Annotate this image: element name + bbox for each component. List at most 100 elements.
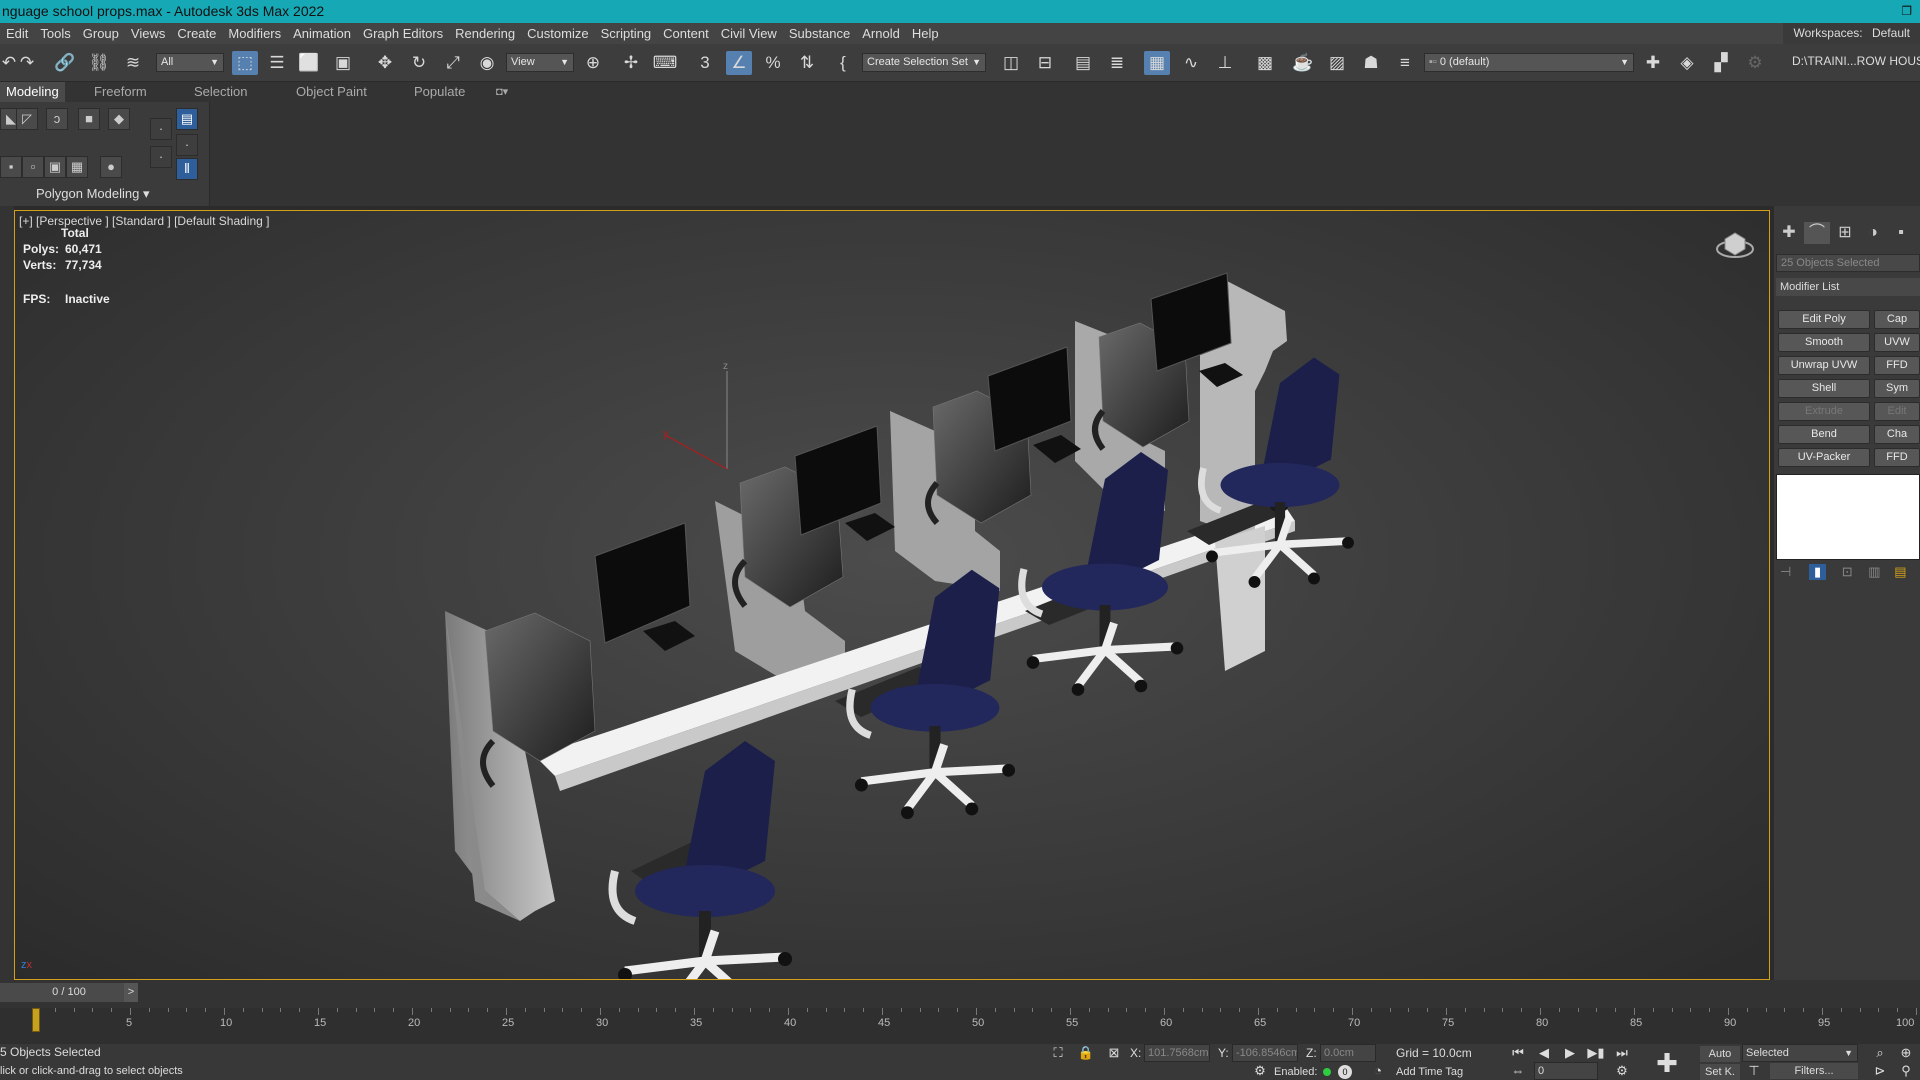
mirror-icon[interactable]: ◫ (998, 51, 1024, 75)
play-icon[interactable]: ▶ (1560, 1044, 1580, 1062)
orbit-icon[interactable]: ⊳ (1870, 1062, 1890, 1080)
scene-render[interactable]: y z (15, 211, 1770, 980)
auto-key-button[interactable]: Auto (1700, 1046, 1740, 1062)
angle-snap-icon[interactable]: ∠ (726, 51, 752, 75)
modifier-stack[interactable] (1776, 474, 1920, 560)
smooth-button[interactable]: Smooth (1778, 333, 1870, 352)
perspective-viewport[interactable]: [+] [Perspective ] [Standard ] [Default … (14, 210, 1770, 980)
isolate-selection-icon[interactable]: ⛶ (1048, 1044, 1068, 1062)
project-path[interactable]: D:\TRAINI...ROW HOUSE (1792, 54, 1920, 68)
unlink-icon[interactable]: ⛓ (86, 51, 112, 75)
cap-button[interactable]: Cap (1874, 310, 1920, 329)
y-coordinate-field[interactable]: -106.8546cm (1232, 1044, 1298, 1062)
set-key-icon[interactable]: ✚ (1652, 1048, 1682, 1078)
ribbon-options-icon[interactable]: ◘▾ (490, 82, 514, 102)
go-to-start-icon[interactable]: ⏮ (1508, 1044, 1528, 1062)
object-cube-icon[interactable]: ◆ (108, 108, 130, 130)
time-tag-icon[interactable]: ◔ (1368, 1062, 1388, 1080)
previous-frame-icon[interactable]: ◀ (1534, 1044, 1554, 1062)
arnold-icon[interactable]: ≡ (1392, 51, 1418, 75)
selection-lock-icon[interactable]: 🔒 (1076, 1044, 1096, 1062)
remove-modifier-icon[interactable]: ▥ (1868, 564, 1880, 579)
vertex-mode-icon[interactable]: ▪ (0, 156, 22, 178)
x-coordinate-field[interactable]: 101.7568cm (1144, 1044, 1210, 1062)
object-name-field[interactable]: 25 Objects Selected (1776, 254, 1920, 272)
configure-sets-icon[interactable]: ▤ (1894, 564, 1906, 579)
window-crossing-icon[interactable]: ▣ (330, 51, 356, 75)
menu-edit[interactable]: Edit (0, 23, 34, 44)
menu-graph-editors[interactable]: Graph Editors (357, 23, 449, 44)
modifier-list-icon[interactable]: ▤ (176, 108, 198, 130)
uvw-button[interactable]: UVW (1874, 333, 1920, 352)
tab-object-paint[interactable]: Object Paint (290, 82, 373, 102)
lasso-icon[interactable]: ↄ (46, 108, 68, 130)
ffd-button[interactable]: FFD (1874, 356, 1920, 375)
select-manipulate-icon[interactable]: ✢ (618, 51, 644, 75)
ribbon-icon[interactable]: ▦ (1144, 51, 1170, 75)
tab-modeling[interactable]: Modeling (0, 82, 65, 102)
curve-editor-icon[interactable]: ∿ (1178, 51, 1204, 75)
edge-mode-icon[interactable]: ▫ (22, 156, 44, 178)
motion-tab-icon[interactable]: ◑ (1860, 222, 1886, 244)
next-frame-icon[interactable]: ▶▮ (1586, 1044, 1606, 1062)
menu-rendering[interactable]: Rendering (449, 23, 521, 44)
select-object-icon[interactable]: ⬚ (232, 51, 258, 75)
make-unique-icon[interactable]: ⊡ (1842, 564, 1853, 579)
menu-modifiers[interactable]: Modifiers (222, 23, 287, 44)
pivot-icon[interactable]: ⊕ (580, 51, 606, 75)
layer-dropdown[interactable]: ▪▫ 0 (default) ▼ (1424, 53, 1634, 72)
z-coordinate-field[interactable]: 0.0cm (1320, 1044, 1376, 1062)
display-tab-icon[interactable]: ▪ (1888, 222, 1914, 244)
tab-populate[interactable]: Populate (408, 82, 471, 102)
bend-button[interactable]: Bend (1778, 425, 1870, 444)
move-icon[interactable]: ✥ (372, 51, 398, 75)
create-layer-icon[interactable]: ✚ (1640, 51, 1666, 75)
restore-window-icon[interactable]: ❐ (1901, 0, 1912, 23)
scale-icon[interactable]: ⤢ (440, 51, 466, 75)
key-mode-icon[interactable]: ⚙ (1612, 1062, 1632, 1080)
toggle-scene-explorer-icon[interactable]: ▤ (1070, 51, 1096, 75)
menu-group[interactable]: Group (77, 23, 125, 44)
menu-help[interactable]: Help (906, 23, 945, 44)
unwrap-uvw-button[interactable]: Unwrap UVW (1778, 356, 1870, 375)
set-key-button[interactable]: Set K. (1700, 1064, 1740, 1080)
walk-through-icon[interactable]: ⚲ (1896, 1062, 1916, 1080)
polygon-modeling-dropdown[interactable]: Polygon Modeling ▾ (36, 186, 150, 202)
named-selection-set-dropdown[interactable]: Create Selection Set ▼ (862, 53, 986, 72)
tab-selection[interactable]: Selection (188, 82, 253, 102)
add-to-layer-icon[interactable]: ▞ (1708, 51, 1734, 75)
time-config-icon[interactable]: ⇔ (1508, 1062, 1528, 1080)
modify-tab-icon[interactable]: ⌒ (1804, 222, 1830, 244)
material-editor-icon[interactable]: ▩ (1252, 51, 1278, 75)
link-icon[interactable]: 🔗 (52, 51, 78, 75)
edit-poly-button[interactable]: Edit Poly (1778, 310, 1870, 329)
keyboard-shortcut-icon[interactable]: ⌨ (652, 51, 678, 75)
menu-substance[interactable]: Substance (783, 23, 856, 44)
add-time-tag-button[interactable]: Add Time Tag (1396, 1066, 1463, 1078)
modifier-list-dropdown[interactable]: Modifier List (1776, 278, 1920, 296)
menu-content[interactable]: Content (657, 23, 715, 44)
create-tab-icon[interactable]: ✚ (1776, 222, 1802, 244)
menu-views[interactable]: Views (125, 23, 171, 44)
next-frame-arrow-icon[interactable]: > (124, 983, 138, 1002)
percent-snap-icon[interactable]: % (760, 51, 786, 75)
schematic-view-icon[interactable]: ⊥ (1212, 51, 1238, 75)
chamfer-button[interactable]: Cha (1874, 425, 1920, 444)
zoom-icon[interactable]: ⌕ (1870, 1044, 1890, 1062)
edit-named-sets-icon[interactable]: { (830, 51, 856, 75)
filters-button[interactable]: Filters... (1770, 1063, 1858, 1079)
layer-explorer-icon[interactable]: ≣ (1104, 51, 1130, 75)
shell-button[interactable]: Shell (1778, 379, 1870, 398)
show-end-result-icon[interactable]: ▮ (1808, 564, 1827, 580)
menu-animation[interactable]: Animation (287, 23, 357, 44)
workspace-selector[interactable]: Workspaces: Default (1783, 23, 1920, 44)
key-filter-dropdown[interactable]: Selected ▼ (1742, 1044, 1858, 1062)
key-filters-icon[interactable]: ⊤ (1744, 1062, 1764, 1080)
ffd-box-button[interactable]: FFD (1874, 448, 1920, 467)
rotate-icon[interactable]: ↻ (406, 51, 432, 75)
select-by-name-icon[interactable]: ☰ (264, 51, 290, 75)
repeat-icon[interactable]: ⫴ (176, 158, 198, 180)
stack-icon[interactable]: · (150, 146, 172, 168)
hierarchy-tab-icon[interactable]: ⊞ (1832, 222, 1858, 244)
render-setup-icon[interactable]: ☕ (1290, 51, 1316, 75)
